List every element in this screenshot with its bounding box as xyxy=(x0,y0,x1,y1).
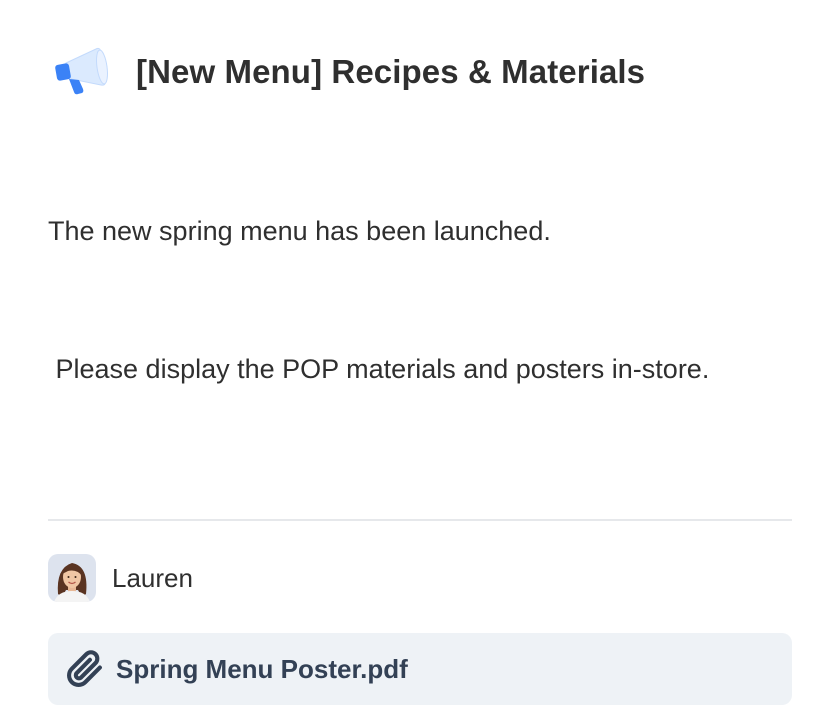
attachment-link[interactable]: Spring Menu Poster.pdf xyxy=(48,633,792,705)
notice-title: [New Menu] Recipes & Materials xyxy=(136,53,646,90)
paperclip-icon xyxy=(66,650,104,688)
divider xyxy=(48,519,792,521)
notice-header: [New Menu] Recipes & Materials xyxy=(48,40,792,104)
notice-body-line: The new spring menu has been launched. xyxy=(48,216,551,246)
notice-body: The new spring menu has been launched. P… xyxy=(48,116,792,484)
avatar xyxy=(48,554,96,602)
author-name: Lauren xyxy=(112,562,193,593)
megaphone-icon xyxy=(52,43,110,101)
notice-body-line: Please display the POP materials and pos… xyxy=(48,354,710,384)
notice-card: [New Menu] Recipes & Materials The new s… xyxy=(0,0,840,705)
author-row: Lauren xyxy=(48,553,792,603)
attachment-file-name[interactable]: Spring Menu Poster.pdf xyxy=(116,654,408,685)
